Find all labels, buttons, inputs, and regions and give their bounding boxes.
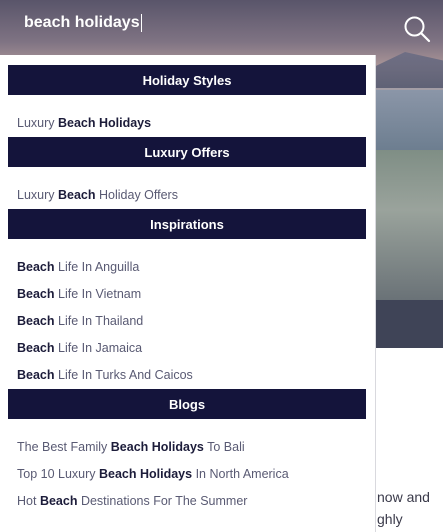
search-input[interactable]: beach holidays bbox=[24, 14, 354, 42]
suggestion-item[interactable]: The Best Family Beach Holidays To Bali bbox=[17, 440, 245, 454]
suggestion-match: Beach bbox=[17, 260, 55, 274]
suggestion-item[interactable]: Hot Beach Destinations For The Summer bbox=[17, 494, 247, 508]
hero-shore bbox=[370, 150, 443, 300]
suggestion-text: In North America bbox=[192, 467, 289, 481]
section-header-holiday-styles: Holiday Styles bbox=[8, 65, 366, 95]
suggestion-text: Life In Thailand bbox=[54, 314, 144, 328]
search-icon[interactable] bbox=[403, 15, 431, 43]
suggestion-item[interactable]: Top 10 Luxury Beach Holidays In North Am… bbox=[17, 467, 289, 481]
suggestion-item[interactable]: Beach Life In Jamaica bbox=[17, 341, 142, 355]
section-header-blogs: Blogs bbox=[8, 389, 366, 419]
suggestion-item[interactable]: Luxury Beach Holidays bbox=[17, 116, 151, 130]
suggestion-text: Hot bbox=[17, 494, 40, 508]
suggestion-match: Beach bbox=[17, 368, 55, 382]
suggestion-item[interactable]: Luxury Beach Holiday Offers bbox=[17, 188, 178, 202]
suggestion-item[interactable]: Beach Life In Turks And Caicos bbox=[17, 368, 193, 382]
suggestion-text: To Bali bbox=[203, 440, 245, 454]
suggestion-match: Beach Holidays bbox=[99, 467, 193, 481]
section-header-luxury-offers: Luxury Offers bbox=[8, 137, 366, 167]
suggestion-match: Beach Holidays bbox=[110, 440, 204, 454]
suggestion-text: Luxury bbox=[17, 188, 58, 202]
hero-water bbox=[370, 90, 443, 150]
suggestion-text: Life In Turks And Caicos bbox=[54, 368, 193, 382]
search-suggestions-dropdown: Holiday Styles Luxury Beach Holidays Lux… bbox=[0, 55, 376, 532]
hero-dark-band bbox=[370, 300, 443, 348]
page-text-fragment: now and bbox=[377, 489, 430, 505]
suggestion-text: Luxury bbox=[17, 116, 58, 130]
suggestion-text: Life In Anguilla bbox=[54, 260, 140, 274]
suggestion-match: Beach Holidays bbox=[58, 116, 152, 130]
text-caret bbox=[140, 14, 142, 32]
suggestion-match: Beach bbox=[58, 188, 96, 202]
section-header-inspirations: Inspirations bbox=[8, 209, 366, 239]
suggestion-text: Life In Vietnam bbox=[54, 287, 142, 301]
suggestion-match: Beach bbox=[17, 287, 55, 301]
suggestion-text: Destinations For The Summer bbox=[77, 494, 248, 508]
suggestion-item[interactable]: Beach Life In Vietnam bbox=[17, 287, 141, 301]
suggestion-text: Top 10 Luxury bbox=[17, 467, 99, 481]
search-input-value: beach holidays bbox=[24, 14, 140, 32]
search-bar: beach holidays bbox=[0, 0, 443, 55]
page-text-fragment: ghly bbox=[377, 511, 403, 527]
suggestion-text: Life In Jamaica bbox=[54, 341, 143, 355]
suggestion-item[interactable]: Beach Life In Anguilla bbox=[17, 260, 139, 274]
suggestion-text: The Best Family bbox=[17, 440, 111, 454]
suggestion-match: Beach bbox=[17, 341, 55, 355]
suggestion-match: Beach bbox=[39, 494, 78, 508]
suggestion-text: Holiday Offers bbox=[95, 188, 178, 202]
suggestion-item[interactable]: Beach Life In Thailand bbox=[17, 314, 143, 328]
suggestion-match: Beach bbox=[17, 314, 55, 328]
